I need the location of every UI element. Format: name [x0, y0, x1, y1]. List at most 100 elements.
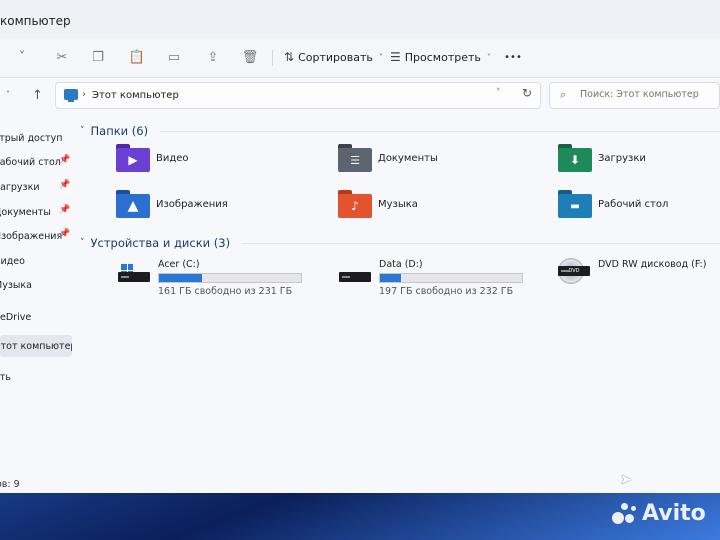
dvd-drive-icon: DVD: [558, 258, 590, 284]
sidebar-item-label: стрый доступ: [0, 132, 63, 144]
drive-label: DVD RW дисковод (F:): [598, 259, 707, 270]
sidebar-item-label: Изображения: [0, 230, 63, 242]
refresh-icon[interactable]: ↻: [522, 86, 532, 100]
sidebar-item-label: еть: [0, 371, 11, 383]
drive-d[interactable]: Data (D:) 197 ГБ свободно из 232 ГБ: [339, 254, 539, 298]
pin-icon: 📌: [59, 180, 71, 190]
section-title: Устройства и диски (3): [90, 236, 231, 250]
folder-label: Документы: [378, 152, 438, 164]
breadcrumb-chevron-icon[interactable]: ›: [82, 89, 86, 100]
mouse-cursor-icon: ➤: [620, 472, 632, 488]
folder-videos[interactable]: ▶ Видео: [116, 140, 189, 176]
section-title: Папки (6): [90, 124, 149, 138]
paste-icon[interactable]: 📋: [127, 48, 147, 66]
chevron-down-icon: ˅: [80, 238, 85, 248]
dvd-case-label: DVD: [558, 266, 590, 276]
downloads-folder-icon: ⬇: [558, 144, 592, 172]
folder-label: Рабочий стол: [598, 198, 669, 210]
folder-label: Загрузки: [598, 152, 646, 164]
sort-label: Сортировать: [298, 50, 373, 64]
sidebar-item-onedrive[interactable]: neDrive: [0, 306, 72, 328]
drive-c[interactable]: Acer (C:) 161 ГБ свободно из 231 ГБ: [118, 254, 318, 298]
sidebar-item-music[interactable]: Музыка: [0, 274, 72, 296]
content-area: ˅ Папки (6) ▶ Видео ☰ Документы ⬇ Загруз…: [72, 114, 720, 474]
sidebar-item-label: Видео: [0, 255, 25, 267]
chevron-down-icon: ˅: [80, 126, 85, 136]
folder-desktop[interactable]: ▬ Рабочий стол: [558, 186, 668, 222]
view-icon: ☰: [390, 50, 401, 64]
pin-icon: 📌: [59, 205, 71, 215]
cut-icon[interactable]: ✂: [52, 48, 72, 66]
sidebar-item-label: Музыка: [0, 279, 32, 291]
sidebar-item-downloads[interactable]: Загрузки 📌: [0, 176, 72, 198]
folder-label: Изображения: [156, 198, 228, 210]
sidebar-item-network[interactable]: еть: [0, 366, 72, 388]
watermark-text: Avito: [642, 500, 706, 526]
breadcrumb-this-pc[interactable]: Этот компьютер: [92, 90, 179, 101]
folder-documents[interactable]: ☰ Документы: [338, 140, 438, 176]
sidebar-item-desktop[interactable]: Рабочий стол 📌: [0, 151, 72, 173]
item-count: ов: 9: [0, 479, 20, 490]
separator: [272, 50, 273, 66]
computer-icon: [64, 89, 78, 102]
share-icon[interactable]: ⇪: [203, 48, 223, 66]
video-folder-icon: ▶: [116, 144, 150, 172]
address-bar[interactable]: › Этот компьютер › ˅ ↻: [55, 82, 541, 109]
divider: [242, 242, 720, 244]
desktop-folder-icon: ▬: [558, 190, 592, 218]
folder-downloads[interactable]: ⬇ Загрузки: [558, 140, 646, 176]
search-icon: ⌕: [560, 88, 567, 101]
chevron-down-icon: ˅: [486, 52, 491, 62]
drive-usage-bar: [158, 273, 302, 283]
music-folder-icon: ♪: [338, 190, 372, 218]
sidebar-item-videos[interactable]: Видео: [0, 250, 72, 272]
folder-label: Видео: [156, 152, 189, 164]
avito-watermark: Avito: [612, 500, 706, 526]
sidebar-item-this-pc[interactable]: Этот компьютер: [0, 335, 72, 357]
sidebar-item-documents[interactable]: Документы 📌: [0, 201, 72, 223]
sort-button[interactable]: ⇅ Сортировать ˅: [284, 47, 383, 67]
chevron-down-icon: ˅: [378, 52, 383, 62]
rename-icon[interactable]: ▭: [164, 48, 184, 66]
new-dropdown-chevron-icon[interactable]: ˅: [12, 48, 32, 66]
hard-drive-icon: [339, 264, 371, 290]
system-drive-icon: [118, 264, 150, 290]
view-button[interactable]: ☰ Просмотреть ˅: [390, 47, 491, 67]
sidebar-item-pictures[interactable]: Изображения 📌: [0, 225, 72, 247]
drive-dvd[interactable]: DVD DVD RW дисковод (F:): [558, 254, 718, 298]
drive-label: Data (D:): [379, 259, 423, 270]
pin-icon: 📌: [59, 155, 71, 165]
command-bar: ˅ ✂ ❐ 📋 ▭ ⇪ 🗑 ⇅ Сортировать ˅ ☰ Просмотр…: [0, 38, 720, 78]
avito-logo-icon: [612, 500, 638, 526]
recent-locations-icon[interactable]: ˅: [6, 90, 10, 99]
drive-free-space: 161 ГБ свободно из 231 ГБ: [158, 286, 293, 297]
drive-usage-fill: [380, 274, 402, 282]
drive-usage-fill: [159, 274, 202, 282]
sidebar-item-quick-access[interactable]: стрый доступ: [0, 127, 72, 149]
title-bar: компьютер: [0, 0, 720, 38]
navigation-pane: стрый доступ Рабочий стол 📌 Загрузки 📌 Д…: [0, 114, 72, 474]
divider: [160, 130, 720, 132]
folder-label: Музыка: [378, 198, 418, 210]
more-options-button[interactable]: •••: [502, 48, 524, 66]
copy-icon[interactable]: ❐: [88, 48, 108, 66]
drive-free-space: 197 ГБ свободно из 232 ГБ: [379, 286, 514, 297]
sidebar-item-label: Этот компьютер: [0, 340, 72, 352]
address-dropdown-icon[interactable]: ˅: [496, 88, 501, 98]
folders-section-header[interactable]: ˅ Папки (6): [80, 122, 720, 140]
file-explorer-window: компьютер ˅ ✂ ❐ 📋 ▭ ⇪ 🗑 ⇅ Сортировать ˅ …: [0, 0, 720, 493]
drives-section-header[interactable]: ˅ Устройства и диски (3): [80, 234, 720, 252]
drive-label: Acer (C:): [158, 259, 200, 270]
up-arrow-icon[interactable]: ↑: [32, 88, 43, 103]
search-box[interactable]: ⌕: [549, 82, 720, 109]
delete-icon[interactable]: 🗑: [240, 48, 260, 66]
folder-pictures[interactable]: ▲ Изображения: [116, 186, 228, 222]
window-title: компьютер: [0, 14, 71, 28]
breadcrumb-chevron-icon[interactable]: ›: [168, 89, 172, 100]
folder-music[interactable]: ♪ Музыка: [338, 186, 418, 222]
sidebar-item-label: Рабочий стол: [0, 156, 61, 168]
sort-icon: ⇅: [284, 50, 295, 64]
address-row: ˅ ↑ › Этот компьютер › ˅ ↻ ⌕: [0, 78, 720, 114]
status-bar: ов: 9: [0, 476, 720, 493]
search-input[interactable]: [580, 89, 715, 100]
